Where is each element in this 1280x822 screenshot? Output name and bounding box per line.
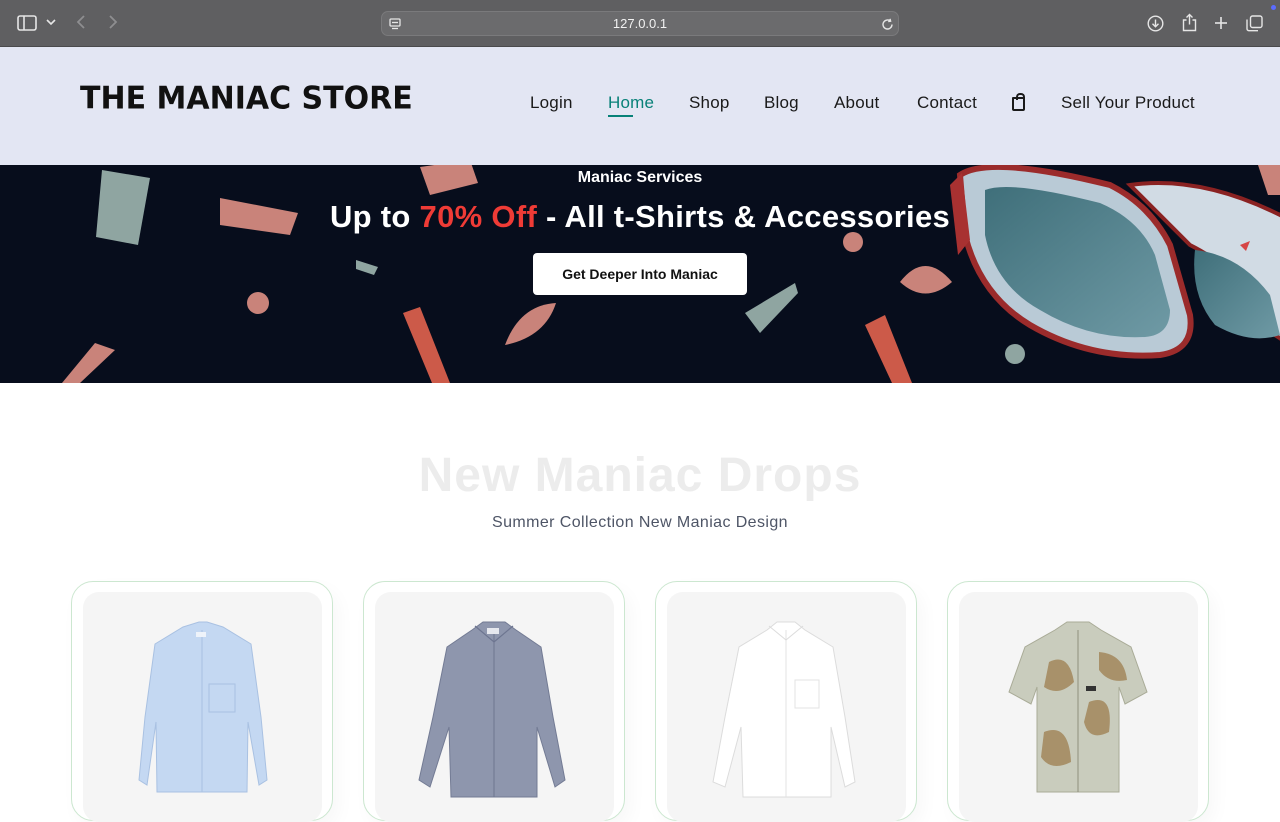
product-image[interactable] xyxy=(959,592,1198,822)
hero-cta-button[interactable]: Get Deeper Into Maniac xyxy=(533,253,747,295)
light-blue-shirt-image xyxy=(138,621,268,793)
nav-sell-your-product[interactable]: Sell Your Product xyxy=(1061,93,1195,113)
product-image[interactable] xyxy=(667,592,906,822)
reload-icon[interactable] xyxy=(880,17,894,31)
product-card[interactable] xyxy=(71,581,333,822)
new-tab-icon[interactable] xyxy=(1212,14,1230,32)
hero-banner: Maniac Services Up to 70% Off - All t-Sh… xyxy=(0,165,1280,383)
site-header: THE MANIAC STORE Login Home Shop Blog Ab… xyxy=(0,47,1280,165)
download-icon[interactable] xyxy=(1146,14,1164,32)
hero-title-suffix: - All t-Shirts & Accessories xyxy=(537,199,951,234)
nav-about[interactable]: About xyxy=(834,93,879,113)
hero-title: Up to 70% Off - All t-Shirts & Accessori… xyxy=(0,199,1280,235)
browser-toolbar: 127.0.0.1 xyxy=(0,0,1280,47)
store-logo[interactable]: THE MANIAC STORE xyxy=(80,80,413,117)
nav-blog[interactable]: Blog xyxy=(764,93,799,113)
sunglasses-illustration xyxy=(950,165,1280,359)
nav-shop[interactable]: Shop xyxy=(689,93,730,113)
notification-dot xyxy=(1271,5,1276,10)
section-subtitle: Summer Collection New Maniac Design xyxy=(492,514,788,531)
nav-contact[interactable]: Contact xyxy=(917,93,977,113)
product-card[interactable] xyxy=(655,581,917,822)
active-nav-underline xyxy=(608,115,633,117)
back-icon[interactable] xyxy=(74,13,88,31)
hero-title-prefix: Up to xyxy=(329,199,420,234)
patterned-short-sleeve-shirt-image xyxy=(1008,621,1148,793)
section-title: New Maniac Drops xyxy=(418,449,862,502)
tabs-overview-icon[interactable] xyxy=(1245,14,1263,32)
hero-subtitle: Maniac Services xyxy=(577,169,703,186)
nav-home[interactable]: Home xyxy=(608,93,654,113)
white-shirt-image xyxy=(712,621,856,798)
nav-login[interactable]: Login xyxy=(530,93,573,113)
product-image[interactable] xyxy=(83,592,322,822)
forward-icon[interactable] xyxy=(106,13,120,31)
chevron-down-icon[interactable] xyxy=(45,16,57,28)
share-icon[interactable] xyxy=(1180,12,1198,32)
sidebar-icon[interactable] xyxy=(17,14,37,32)
address-bar[interactable]: 127.0.0.1 xyxy=(381,11,899,36)
product-card[interactable] xyxy=(363,581,625,822)
shopping-bag-icon[interactable] xyxy=(1012,93,1025,111)
product-image[interactable] xyxy=(375,592,614,822)
hero-title-highlight: 70% Off xyxy=(419,199,538,234)
product-card[interactable] xyxy=(947,581,1209,822)
url-text: 127.0.0.1 xyxy=(612,16,668,31)
grey-blue-linen-shirt-image xyxy=(418,621,566,798)
